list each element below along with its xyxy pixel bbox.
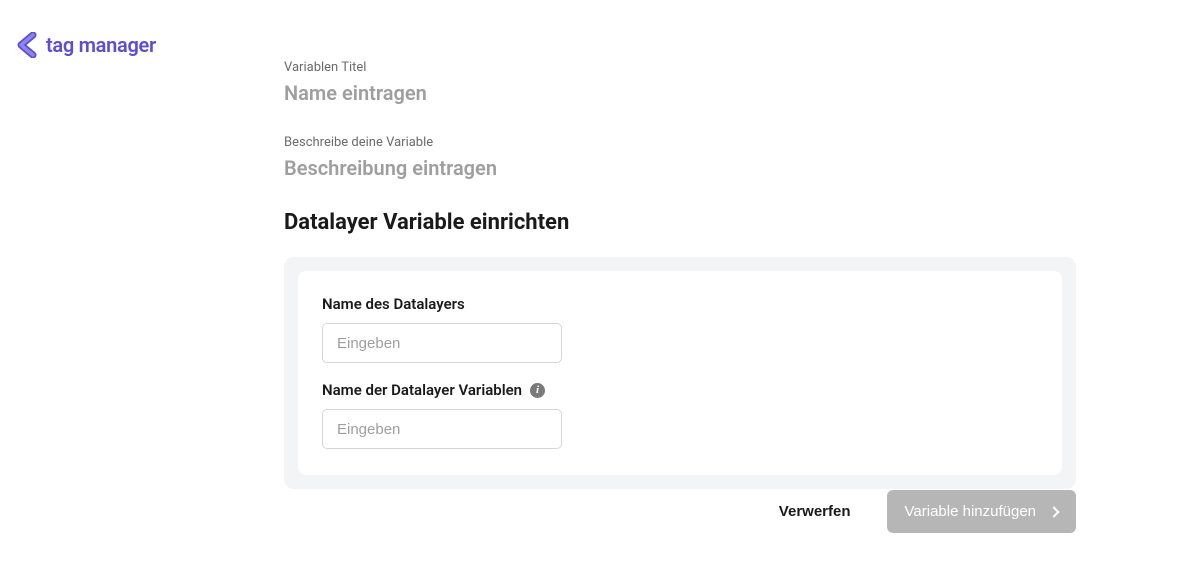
variable-title-label: Variablen Titel [284,60,1076,75]
app-logo-text: tag manager [46,33,156,57]
datalayer-var-input[interactable] [322,409,562,449]
add-variable-button-label: Variable hinzufügen [905,503,1036,520]
tagmanager-logo-icon [14,32,40,58]
discard-button[interactable]: Verwerfen [771,493,859,530]
datalayer-var-label: Name der Datalayer Variablen i [322,381,1038,399]
datalayer-name-input[interactable] [322,323,562,363]
variable-desc-label: Beschreibe deine Variable [284,135,1076,150]
info-icon[interactable]: i [530,383,545,398]
config-panel: Name des Datalayers Name der Datalayer V… [284,257,1076,489]
main-form: Variablen Titel Name eintragen Beschreib… [284,60,1076,489]
config-panel-inner: Name des Datalayers Name der Datalayer V… [298,271,1062,475]
add-variable-button[interactable]: Variable hinzufügen [887,490,1076,533]
variable-desc-input[interactable]: Beschreibung eintragen [284,156,1076,180]
variable-title-input[interactable]: Name eintragen [284,81,1076,105]
chevron-right-icon [1048,506,1059,517]
app-logo[interactable]: tag manager [14,32,156,58]
datalayer-name-label: Name des Datalayers [322,295,1038,313]
section-heading: Datalayer Variable einrichten [284,210,1076,235]
footer-actions: Verwerfen Variable hinzufügen [284,490,1076,533]
